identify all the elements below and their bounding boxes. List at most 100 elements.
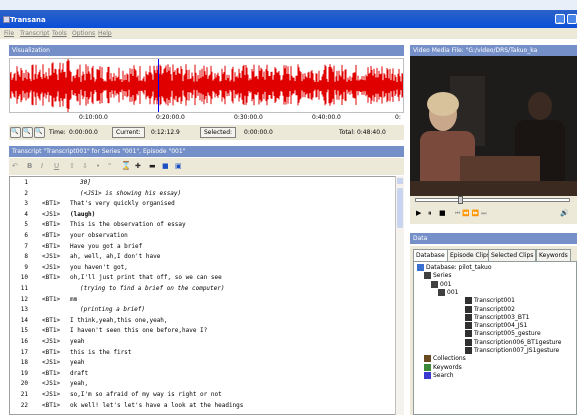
transcript-line[interactable]: 14 <BT1> I think,yeah,this one,yeah, [10, 317, 398, 326]
database-tree[interactable]: Database: pilot_takuo Series 001 001 Transcr… [413, 261, 577, 415]
transcript-line[interactable]: 15 <BT1> I haven't seen this one before,ha… [10, 327, 398, 336]
scroll-thumb[interactable] [397, 188, 403, 228]
zoom-out-icon[interactable]: 🔍 [22, 127, 33, 138]
media-position-slider[interactable] [415, 198, 570, 202]
transcript-line[interactable]: 2 (<JS1> is showing his essay) [10, 190, 398, 199]
transcript-text: yeah [70, 338, 85, 345]
rewind-icon[interactable]: ⏮ ⏪ ⏩ ⏭ [455, 210, 486, 218]
undo-icon[interactable]: ↶ [12, 162, 18, 170]
tree-node[interactable]: Series [424, 272, 451, 280]
video-frame[interactable] [410, 56, 577, 196]
screenshot-icon[interactable]: ▬ [149, 162, 156, 170]
rising-intonation-icon[interactable]: ⇧ [69, 162, 75, 170]
transcript-line[interactable]: 3 <BT1> That's very quickly organised [10, 200, 398, 209]
transcript-line[interactable]: 20 <JS1> yeah, [10, 380, 398, 389]
tree-node-label: Database: pilot_takuo [426, 264, 492, 271]
current-button[interactable]: Current: [112, 127, 145, 138]
tab-selected-clips[interactable]: Selected Clips [488, 249, 537, 261]
line-number: 16 [20, 338, 28, 345]
tree-node[interactable]: Database: pilot_takuo [417, 264, 492, 272]
tree-node[interactable]: Collections [424, 355, 466, 363]
transcript-line[interactable]: 13 (printing a brief) [10, 306, 398, 315]
transcript-line[interactable]: 10 <BT1> oh,I'll just print that off, so w… [10, 274, 398, 283]
tree-node[interactable]: Search [424, 371, 454, 380]
save-icon[interactable]: ■ [162, 162, 169, 170]
selected-button[interactable]: Selected: [200, 127, 237, 138]
tree-node[interactable]: Transcript004_JS1 [465, 322, 527, 330]
transcript-editor[interactable]: 1 30] 2 (<JS1> is showing his essay) 3 <BT1> T… [9, 176, 404, 415]
transcript-line[interactable]: 4 <JS1> (laugh) [10, 211, 398, 220]
slider-handle[interactable] [458, 196, 463, 204]
tree-node[interactable]: 001 [438, 288, 458, 297]
quote-icon[interactable]: " [108, 162, 111, 170]
tab-episode-clips[interactable]: Episode Clips [447, 249, 493, 261]
zoom-in-icon[interactable]: 🔍 [10, 127, 21, 138]
tree-node-icon [424, 363, 431, 371]
transcript-line[interactable]: 21 <JS1> so,I'm so afraid of my way is rig… [10, 391, 398, 400]
tree-node[interactable]: Transcript005_gesture [465, 330, 541, 338]
menu-tools[interactable]: Tools [52, 30, 67, 37]
line-number: 1 [24, 179, 28, 186]
transcript-line[interactable]: 19 <BT1> draft [10, 370, 398, 379]
line-number: 10 [20, 274, 28, 282]
scroll-up-icon[interactable] [397, 178, 403, 184]
line-number: 9 [24, 263, 28, 271]
transcript-scrollbar[interactable] [395, 176, 404, 415]
menu-options[interactable]: Options [72, 30, 95, 37]
falling-intonation-icon[interactable]: ⇩ [82, 162, 88, 170]
whisper-icon[interactable]: • [96, 162, 100, 170]
print-icon[interactable]: ▣ [175, 162, 182, 170]
zoom-reset-icon[interactable]: 🔍 [34, 127, 45, 138]
properties-icon[interactable]: ✚ [135, 162, 141, 170]
transcript-line[interactable]: 7 <BT1> Have you got a brief [10, 243, 398, 252]
tick-label: 0:10:00.0 [79, 114, 108, 121]
underline-button[interactable]: U [54, 162, 59, 170]
play-icon[interactable]: ▶ [416, 209, 421, 217]
maximize-button[interactable] [567, 14, 577, 24]
tree-node[interactable]: Transcription006_BT1gesture [465, 338, 561, 347]
bold-button[interactable]: B [27, 162, 32, 170]
tick-label: 0:30:00.0 [234, 114, 263, 121]
transcript-line[interactable]: 17 <BT1> this is the first [10, 349, 398, 358]
tree-node[interactable]: Transcription007_JS1gesture [465, 347, 559, 355]
transcript-line[interactable]: 9 <JS1> you haven't got, [10, 264, 398, 273]
waveform[interactable] [9, 58, 404, 113]
transcript-line[interactable]: 11 (trying to find a brief on the compute… [10, 285, 398, 294]
speaker-label: <JS1> [42, 338, 61, 345]
transcript-line[interactable]: 22 <BT1> ok well! let's let's have a look … [10, 402, 398, 411]
transcript-line[interactable]: 1 30] [10, 179, 398, 188]
tree-node[interactable]: Keywords [424, 363, 462, 372]
transcript-line[interactable]: 8 <JS1> ah, well, ah,I don't have [10, 253, 398, 262]
transcript-text: ok well! let's let's have a look at the … [70, 401, 244, 409]
transcript-line[interactable]: 18 <JS1> yeah [10, 359, 398, 368]
transcript-line[interactable]: 5 <BT1> This is the observation of essay [10, 221, 398, 230]
stop-icon[interactable]: ■ [439, 209, 446, 217]
waveform-trace [10, 59, 403, 112]
transcript-line[interactable]: 6 <BT1> your observation [10, 232, 398, 241]
volume-icon[interactable]: 🔊 [560, 209, 569, 217]
menu-transcript[interactable]: Transcript [20, 30, 49, 37]
tab-keywords[interactable]: Keywords [536, 249, 571, 261]
tab-database[interactable]: Database [413, 249, 448, 261]
transcript-line[interactable]: 16 <JS1> yeah [10, 338, 398, 347]
transcript-line[interactable]: 12 <BT1> mm [10, 296, 398, 305]
video-scene [410, 56, 577, 196]
menu-help[interactable]: Help [98, 30, 112, 37]
tree-node[interactable]: 001 [431, 280, 451, 289]
waveform-graph [10, 59, 403, 112]
menu-file[interactable]: File [4, 30, 14, 37]
tree-node[interactable]: Transcript002 [465, 305, 515, 314]
media-controls: ▶ ⏸ ■ ⏮ ⏪ ⏩ ⏭ 🔊 [410, 196, 577, 224]
transcript-text: (printing a brief) [80, 306, 146, 314]
line-number: 21 [20, 391, 28, 398]
timecode-icon[interactable]: ⌛ [121, 161, 131, 170]
tick-label: 0: [395, 114, 401, 121]
tree-node[interactable]: Transcript001 [465, 297, 515, 305]
pause-icon[interactable]: ⏸ [428, 209, 432, 218]
line-number: 14 [20, 316, 28, 324]
playhead[interactable] [158, 59, 159, 112]
minimize-button[interactable]: _ [555, 14, 565, 24]
tree-node[interactable]: Transcript003_BT1 [465, 313, 530, 322]
italic-button[interactable]: I [41, 162, 43, 170]
transcript-text: yeah, [70, 380, 89, 388]
